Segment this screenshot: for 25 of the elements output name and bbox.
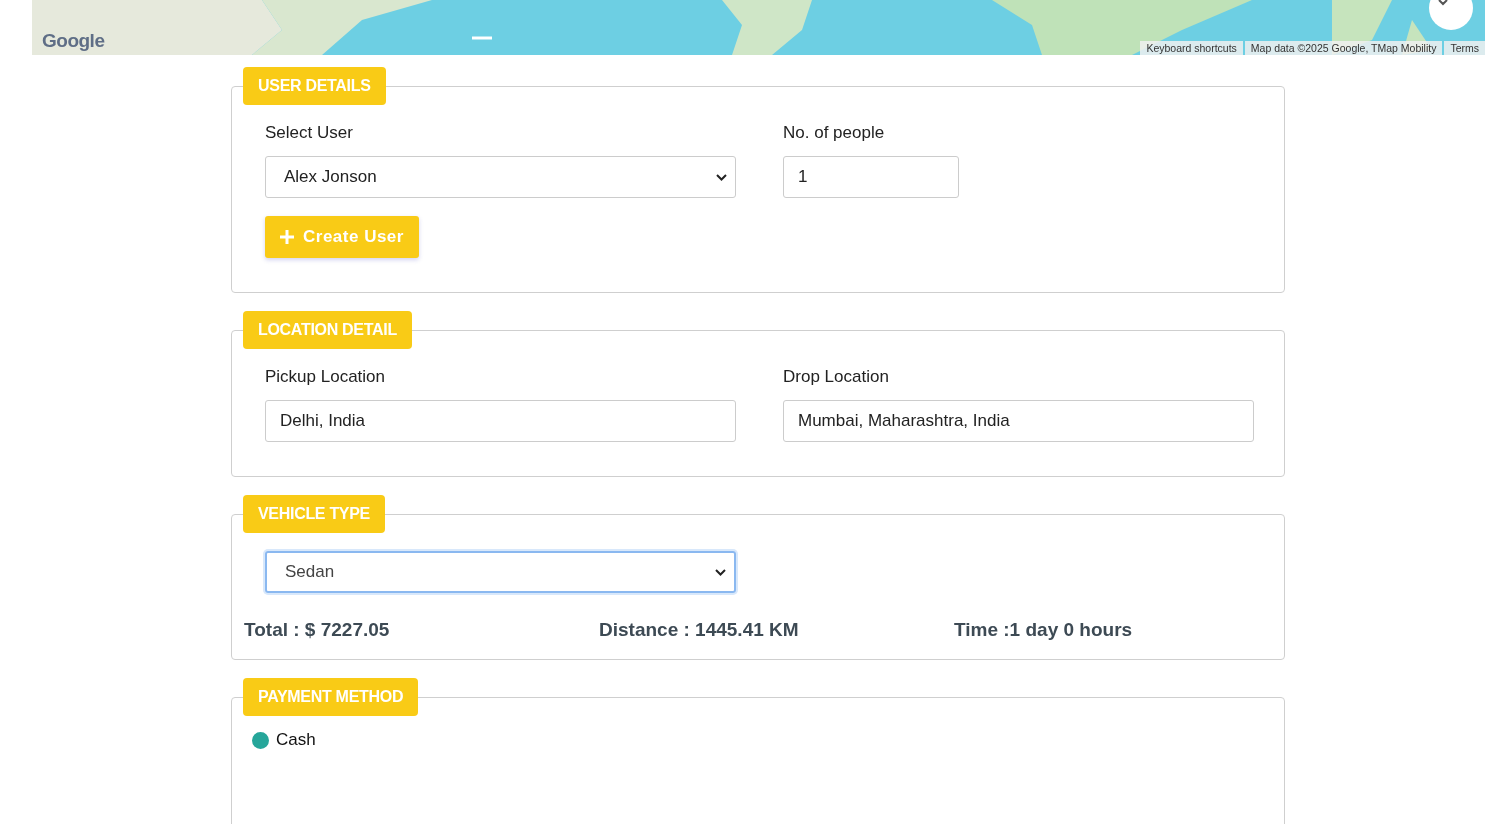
chevron-down-icon [715, 568, 726, 576]
trip-summary-text: Total : $ 7227.05 [244, 619, 391, 641]
map-attribution-link[interactable]: Terms [1444, 41, 1485, 55]
input-field[interactable]: Delhi, India [265, 400, 736, 442]
field-label: Drop Location [783, 367, 889, 387]
map-logo: Google [42, 30, 105, 52]
chevron-down-icon [716, 173, 727, 181]
section-title: LOCATION DETAIL [243, 311, 412, 349]
radio-button[interactable] [252, 731, 269, 749]
select-dropdown[interactable]: Alex Jonson [265, 156, 736, 198]
select-dropdown[interactable]: Sedan [265, 551, 736, 593]
section-title: VEHICLE TYPE [243, 495, 385, 533]
field-label: Pickup Location [265, 367, 386, 387]
map-attribution-link[interactable]: Map data ©2025 Google, TMap Mobility [1244, 41, 1443, 55]
trip-summary-text: Time :1 day 0 hours [954, 619, 1134, 641]
number-input[interactable]: 1 [783, 156, 959, 198]
map-attribution-link[interactable]: Keyboard shortcuts [1140, 41, 1243, 55]
trip-summary-text: Distance : 1445.41 KM [599, 619, 800, 641]
input-field[interactable]: Mumbai, Maharashtra, India [783, 400, 1254, 442]
field-label: No. of people [783, 123, 885, 143]
radio-label: Cash [276, 730, 316, 750]
plus-icon [280, 230, 294, 244]
section-title: USER DETAILS [243, 67, 386, 105]
field-label: Select User [265, 123, 353, 143]
section-title: PAYMENT METHOD [243, 678, 419, 716]
